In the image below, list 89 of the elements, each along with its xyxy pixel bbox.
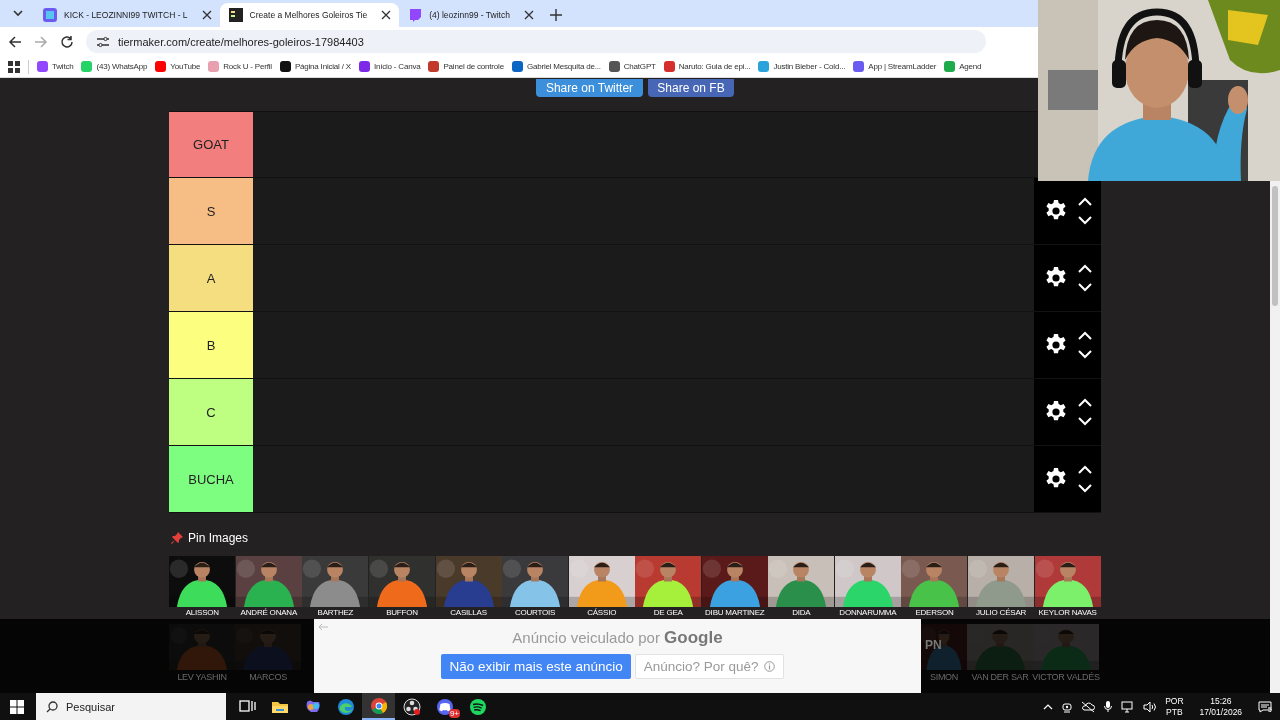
volume-icon[interactable]	[1143, 700, 1158, 713]
share-button[interactable]: Share on FB	[648, 79, 734, 97]
move-down-icon[interactable]	[1077, 283, 1092, 292]
tier-label: A	[169, 245, 253, 311]
move-down-icon[interactable]	[1077, 417, 1092, 426]
site-info-icon[interactable]	[96, 35, 110, 48]
spotify-icon	[467, 696, 488, 717]
move-down-icon[interactable]	[1077, 484, 1092, 493]
bookmark[interactable]: Naruto: Guia de epi...	[663, 61, 751, 72]
edge-icon	[335, 696, 356, 717]
move-up-icon[interactable]	[1077, 197, 1092, 206]
image-caption: ANDRÉ ONANA	[240, 607, 298, 618]
move-down-icon[interactable]	[1077, 350, 1092, 359]
start-icon[interactable]	[10, 699, 24, 714]
scrollbar-thumb[interactable]	[1272, 186, 1278, 306]
bookmark[interactable]: Rock U - Perfil	[208, 61, 272, 72]
image-caption: BARTHEZ	[317, 607, 354, 618]
image-caption: BUFFON	[386, 607, 418, 618]
message-icon	[1258, 700, 1273, 713]
bookmark[interactable]: Gabriel Mesquita de...	[511, 61, 601, 72]
favicon-icon	[227, 7, 244, 23]
hide-ad-button[interactable]: Não exibir mais este anúncio	[441, 654, 631, 679]
image-caption: ALISSON	[185, 607, 219, 618]
back-icon[interactable]	[8, 34, 22, 49]
search-icon	[46, 701, 58, 713]
tier-label: C	[169, 379, 253, 445]
tier-label: BUCHA	[169, 446, 253, 512]
clock[interactable]: 15:26 17/01/2026	[1199, 695, 1243, 718]
image-caption: KEYLOR NAVAS	[1038, 607, 1097, 618]
obs-icon	[401, 696, 422, 717]
close-icon[interactable]	[201, 10, 212, 20]
image-caption: DE GEA	[653, 607, 683, 618]
network-icon[interactable]	[1121, 700, 1136, 713]
bookmark[interactable]: Twitch	[37, 61, 74, 72]
image-caption: DIBU MARTINEZ	[705, 607, 765, 618]
reload-icon[interactable]	[60, 34, 74, 49]
browser-tab[interactable]: Create a Melhores Goleiros Tie	[219, 3, 400, 27]
bookmark[interactable]: Agend	[944, 61, 982, 72]
microphone-icon[interactable]	[1103, 700, 1114, 713]
close-icon[interactable]	[381, 10, 392, 20]
bookmark[interactable]: (43) WhatsApp	[81, 61, 148, 72]
image-caption: CASILLAS	[450, 607, 487, 618]
info-icon	[763, 661, 775, 672]
bookmark[interactable]: Justin Bieber - Cold...	[758, 61, 846, 72]
image-caption: CÁSSIO	[587, 607, 617, 618]
taskbar-app[interactable]: 9+	[428, 693, 461, 720]
tier-label: GOAT	[169, 112, 253, 177]
chevron-up-icon[interactable]	[1043, 703, 1054, 710]
image-caption: MARCOS	[249, 671, 287, 684]
language-indicator[interactable]: POR PTB	[1165, 695, 1184, 718]
image-caption: DONNARUMMA	[839, 607, 897, 618]
tier-label: S	[169, 178, 253, 244]
tier-label: B	[169, 312, 253, 378]
move-up-icon[interactable]	[1077, 331, 1092, 340]
image-caption: JULIO CÉSAR	[975, 607, 1027, 618]
section-title: Pin Images	[188, 530, 249, 545]
new-tab-icon[interactable]	[549, 9, 562, 21]
image-caption: DIDA	[792, 607, 811, 618]
move-up-icon[interactable]	[1077, 264, 1092, 273]
image-caption: EDERSON	[915, 607, 954, 618]
move-up-icon[interactable]	[1077, 465, 1092, 474]
image-caption: VAN DER SAR	[971, 671, 1029, 684]
taskbar-app[interactable]	[362, 693, 395, 720]
browser-tab[interactable]: (4) leozinn99 - Twitch	[399, 3, 542, 27]
favicon-icon	[42, 7, 58, 23]
bookmark[interactable]: App | StreamLadder	[853, 61, 937, 72]
search-field[interactable]: Pesquisar	[36, 693, 226, 720]
pin-icon[interactable]	[171, 531, 183, 544]
bookmark[interactable]: YouTube	[155, 61, 201, 72]
chrome-icon	[368, 695, 389, 716]
image-caption: LEV YASHIN	[177, 671, 227, 684]
camera-icon[interactable]	[1061, 700, 1074, 713]
image-caption: COURTOIS	[514, 607, 556, 618]
browser-tab[interactable]: KICK - LEOZINNI99 TWITCH - L	[34, 3, 220, 27]
bookmark[interactable]: Página Inicial / X	[279, 61, 351, 72]
favicon-icon	[407, 7, 424, 23]
bookmark[interactable]: Início - Canva	[358, 61, 421, 72]
image-caption: VICTOR VALDÉS	[1032, 671, 1100, 684]
move-up-icon[interactable]	[1077, 398, 1092, 407]
notification-badge: 9+	[448, 709, 460, 718]
cloud-off-icon[interactable]	[1081, 700, 1096, 713]
ad-notice: Anúncio veiculado por Google	[512, 628, 723, 648]
address-bar[interactable]: tiermaker.com/create/melhores-goleiros-17984403	[86, 30, 986, 53]
close-icon[interactable]	[523, 10, 534, 20]
bookmark[interactable]: ChatGPT	[608, 61, 656, 72]
apps-icon[interactable]	[8, 60, 20, 73]
image-caption: SIMON	[930, 671, 958, 684]
move-down-icon[interactable]	[1077, 216, 1092, 225]
bookmark[interactable]: Painel de controle	[428, 61, 504, 72]
